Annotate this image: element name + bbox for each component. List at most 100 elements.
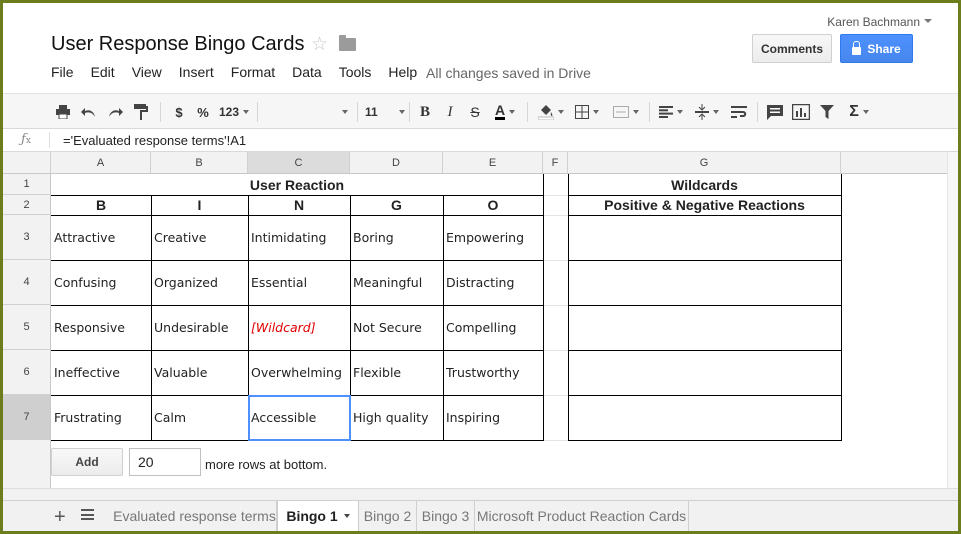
grid-cell[interactable]: Responsive	[51, 305, 151, 350]
formula-input[interactable]: ='Evaluated response terms'!A1	[63, 133, 246, 148]
row-header-2[interactable]: 2	[3, 195, 51, 215]
grid-cell[interactable]: Not Secure	[350, 305, 443, 350]
grid-cell[interactable]: Boring	[350, 215, 443, 260]
column-header-b[interactable]: B	[151, 152, 248, 174]
sheet-tab-bingo-1[interactable]: Bingo 1	[277, 501, 359, 531]
grid-cell[interactable]: Empowering	[443, 215, 543, 260]
bingo-letter-n[interactable]: N	[248, 195, 350, 215]
grid-cell[interactable]: Confusing	[51, 260, 151, 305]
wildcards-header[interactable]: Wildcards	[568, 174, 841, 195]
row-header-3[interactable]: 3	[3, 215, 51, 260]
row-header-7[interactable]: 7	[3, 395, 51, 440]
grid-cell[interactable]: Attractive	[51, 215, 151, 260]
column-header-g[interactable]: G	[568, 152, 841, 174]
insert-chart-icon[interactable]	[791, 102, 811, 122]
grid-cell[interactable]: Flexible	[350, 350, 443, 395]
sheet-tab-bingo-2[interactable]: Bingo 2	[359, 501, 417, 531]
grid-cell[interactable]: Creative	[151, 215, 248, 260]
grid-cell[interactable]: Compelling	[443, 305, 543, 350]
account-name[interactable]: Karen Bachmann	[827, 15, 920, 29]
grid-cell[interactable]: Calm	[151, 395, 248, 440]
redo-icon[interactable]	[105, 102, 125, 122]
add-rows-button[interactable]: Add	[51, 448, 123, 476]
italic-button[interactable]: I	[440, 102, 460, 122]
bingo-letter-b[interactable]: B	[51, 195, 151, 215]
star-icon[interactable]: ☆	[311, 33, 328, 56]
number-format-button[interactable]: 123	[217, 102, 251, 122]
currency-format-button[interactable]: $	[169, 102, 189, 122]
row-header-1[interactable]: 1	[3, 174, 51, 195]
wildcard-cell[interactable]: [Wildcard]	[248, 305, 350, 350]
grid-cell[interactable]: High quality	[350, 395, 443, 440]
bingo-letter-g[interactable]: G	[350, 195, 443, 215]
column-header-a[interactable]: A	[51, 152, 151, 174]
column-header-c[interactable]: C	[248, 152, 350, 174]
insert-comment-icon[interactable]	[765, 102, 785, 122]
horizontal-scrollbar[interactable]	[3, 488, 958, 500]
all-sheets-icon[interactable]	[81, 509, 94, 520]
grid-cell[interactable]: Trustworthy	[443, 350, 543, 395]
wildcard-slot[interactable]	[568, 305, 841, 350]
column-header-e[interactable]: E	[443, 152, 543, 174]
paint-format-icon[interactable]	[131, 102, 151, 122]
grid-cell[interactable]: Undesirable	[151, 305, 248, 350]
grid-cell[interactable]: Essential	[248, 260, 350, 305]
grid-cell[interactable]: Organized	[151, 260, 248, 305]
folder-icon[interactable]	[339, 35, 356, 51]
wildcard-slot[interactable]	[568, 215, 841, 260]
vertical-align-icon[interactable]	[691, 102, 723, 122]
menu-insert[interactable]: Insert	[179, 64, 214, 80]
functions-icon[interactable]: Σ	[843, 102, 875, 122]
wildcard-slot[interactable]	[568, 395, 841, 440]
bingo-letter-o[interactable]: O	[443, 195, 543, 215]
sheet-tab-evaluated-response-terms[interactable]: Evaluated response terms	[113, 501, 277, 531]
grid-cell[interactable]: Frustrating	[51, 395, 151, 440]
menu-tools[interactable]: Tools	[339, 64, 372, 80]
font-size-dropdown[interactable]: 11	[361, 102, 405, 122]
document-title[interactable]: User Response Bingo Cards	[51, 33, 304, 56]
sheet-tab-bingo-3[interactable]: Bingo 3	[417, 501, 475, 531]
grid-cell[interactable]: Inspiring	[443, 395, 543, 440]
menu-view[interactable]: View	[132, 64, 162, 80]
menu-help[interactable]: Help	[388, 64, 417, 80]
fill-color-icon[interactable]	[535, 102, 567, 122]
account-caret-icon[interactable]	[924, 19, 932, 23]
sheet-tab-microsoft-product-reaction-cards[interactable]: Microsoft Product Reaction Cards	[475, 501, 689, 531]
grid-cell[interactable]: Distracting	[443, 260, 543, 305]
wildcards-subheader[interactable]: Positive & Negative Reactions	[568, 195, 841, 215]
share-button[interactable]: Share	[840, 34, 913, 63]
text-wrap-icon[interactable]	[727, 102, 751, 122]
add-rows-count-input[interactable]: 20	[129, 448, 201, 476]
merge-cells-icon[interactable]	[609, 102, 643, 122]
percent-format-button[interactable]: %	[193, 102, 213, 122]
column-header-f[interactable]: F	[543, 152, 568, 174]
print-icon[interactable]	[53, 102, 73, 122]
undo-icon[interactable]	[79, 102, 99, 122]
bold-button[interactable]: B	[415, 102, 435, 122]
menu-edit[interactable]: Edit	[91, 64, 115, 80]
vertical-scrollbar[interactable]	[947, 152, 958, 488]
grid-cell[interactable]: Overwhelming	[248, 350, 350, 395]
align-left-icon[interactable]	[655, 102, 687, 122]
bingo-letter-i[interactable]: I	[151, 195, 248, 215]
borders-icon[interactable]	[571, 102, 603, 122]
select-all-corner[interactable]	[3, 152, 51, 174]
wildcard-slot[interactable]	[568, 350, 841, 395]
row-header-4[interactable]: 4	[3, 260, 51, 305]
row-header-5[interactable]: 5	[3, 305, 51, 350]
add-sheet-icon[interactable]: +	[54, 506, 66, 529]
menu-file[interactable]: File	[51, 64, 74, 80]
wildcard-slot[interactable]	[568, 260, 841, 305]
text-color-button[interactable]: A	[489, 102, 521, 122]
user-reaction-header[interactable]: User Reaction	[51, 174, 543, 195]
font-family-dropdown[interactable]	[333, 102, 353, 122]
grid-cell[interactable]: Meaningful	[350, 260, 443, 305]
row-header-6[interactable]: 6	[3, 350, 51, 395]
column-header-d[interactable]: D	[350, 152, 443, 174]
comments-button[interactable]: Comments	[752, 34, 832, 63]
menu-data[interactable]: Data	[292, 64, 322, 80]
menu-format[interactable]: Format	[231, 64, 275, 80]
strikethrough-button[interactable]: S	[465, 102, 485, 122]
grid-cell[interactable]: Valuable	[151, 350, 248, 395]
grid-cell[interactable]: Intimidating	[248, 215, 350, 260]
